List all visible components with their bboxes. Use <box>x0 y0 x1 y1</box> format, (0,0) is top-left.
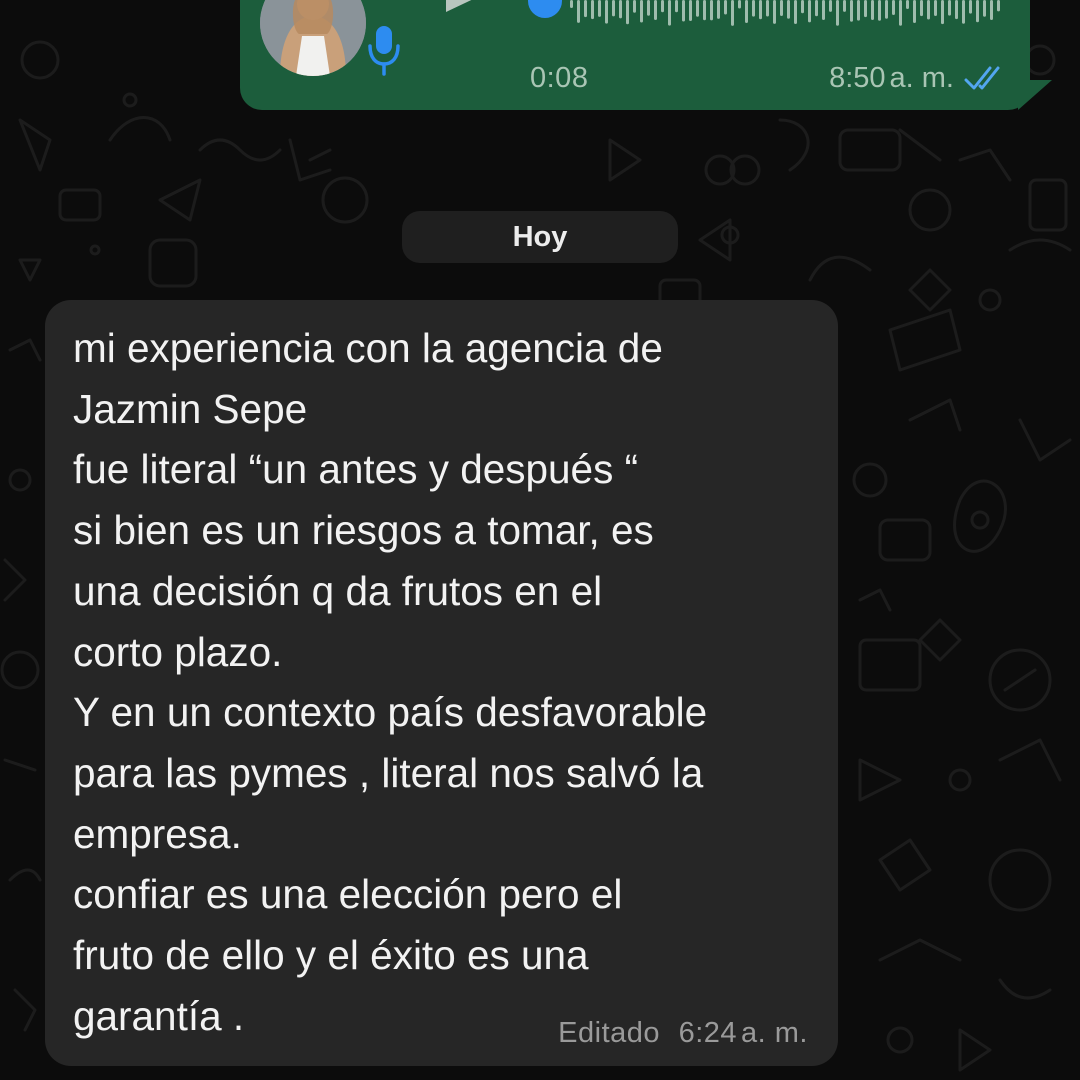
waveform-bar <box>647 0 650 16</box>
microphone-icon <box>368 26 400 76</box>
waveform-bar <box>703 0 706 21</box>
waveform-bar <box>864 0 867 18</box>
waveform-bar <box>955 0 958 20</box>
waveform-bar <box>878 0 881 21</box>
waveform-bar <box>941 0 944 25</box>
waveform-bar <box>906 0 909 9</box>
waveform-bar <box>633 0 636 13</box>
chat-window: 0:08 8:50 a. m. Hoy mi experiencia con la… <box>0 0 1080 1080</box>
waveform-bar <box>759 0 762 20</box>
waveform-bar <box>675 0 678 13</box>
waveform-bar <box>899 0 902 26</box>
waveform-bar <box>605 0 608 24</box>
waveform-bar <box>808 0 811 23</box>
waveform-bar <box>773 0 776 24</box>
waveform-bar <box>717 0 720 19</box>
waveform-bar <box>836 0 839 26</box>
waveform-bar <box>927 0 930 20</box>
message-line: mi experiencia con la agencia de <box>73 325 663 371</box>
waveform-bar <box>682 0 685 22</box>
waveform-bar <box>745 0 748 23</box>
voice-duration: 0:08 <box>530 62 589 94</box>
waveform-bar <box>752 0 755 17</box>
waveform-bar <box>962 0 965 24</box>
waveform-bar <box>668 0 671 26</box>
waveform-bar <box>983 0 986 17</box>
message-time: 6:24 a. m. <box>678 1017 808 1049</box>
message-text: mi experiencia con la agencia de Jazmin S… <box>73 318 818 1046</box>
voice-message-meta: 8:50 a. m. <box>829 62 1008 95</box>
waveform-bar <box>724 0 727 15</box>
waveform-bar <box>885 0 888 19</box>
waveform-bar <box>801 0 804 14</box>
waveform[interactable] <box>566 0 1006 32</box>
date-divider: Hoy <box>402 211 678 263</box>
waveform-bar <box>570 0 573 8</box>
waveform-bar <box>738 0 741 9</box>
waveform-bar <box>871 0 874 20</box>
play-icon[interactable] <box>440 0 490 24</box>
waveform-bar <box>766 0 769 17</box>
message-time: 8:50 a. m. <box>829 62 954 94</box>
waveform-bar <box>815 0 818 17</box>
waveform-bar <box>577 0 580 23</box>
message-line: confiar es una elección pero el <box>73 871 623 918</box>
waveform-bar <box>619 0 622 19</box>
waveform-bar <box>822 0 825 20</box>
incoming-message-bubble[interactable]: mi experiencia con la agencia de Jazmin S… <box>45 300 838 1066</box>
double-check-icon <box>964 66 1000 89</box>
waveform-bar <box>787 0 790 19</box>
waveform-bar <box>612 0 615 17</box>
waveform-bar <box>731 0 734 26</box>
message-line: fruto de ello y el éxito es una <box>73 932 589 979</box>
waveform-bar <box>696 0 699 17</box>
waveform-bar <box>710 0 713 21</box>
waveform-bar <box>920 0 923 17</box>
waveform-bar <box>654 0 657 20</box>
message-line: si bien es un riesgos a tomar, es <box>73 507 654 554</box>
waveform-bar <box>976 0 979 23</box>
bubble-tail <box>1018 80 1052 110</box>
waveform-bar <box>780 0 783 17</box>
message-line: Y en un contexto país desfavorable <box>73 689 708 736</box>
message-line: corto plazo. <box>73 628 283 675</box>
waveform-bar <box>598 0 601 17</box>
waveform-bar <box>892 0 895 15</box>
message-line: para las pymes , literal nos salvó la <box>73 749 704 796</box>
message-line: fue literal “un antes y después “ <box>73 446 639 493</box>
waveform-bar <box>591 0 594 20</box>
edited-label: Editado <box>558 1017 661 1049</box>
message-line: empresa. <box>73 810 242 857</box>
waveform-bar <box>626 0 629 25</box>
waveform-bar <box>997 0 1000 12</box>
message-line: Jazmin Sepe <box>73 385 308 432</box>
waveform-bar <box>969 0 972 14</box>
waveform-bar <box>913 0 916 23</box>
waveform-bar <box>948 0 951 16</box>
waveform-bar <box>829 0 832 12</box>
incoming-message-meta: Editado 6:24 a. m. <box>558 1017 808 1050</box>
waveform-bar <box>640 0 643 23</box>
waveform-bar <box>794 0 797 25</box>
waveform-bar <box>990 0 993 20</box>
waveform-bar <box>661 0 664 13</box>
message-line: una decisión q da frutos en el <box>73 567 603 614</box>
waveform-bar <box>934 0 937 17</box>
waveform-bar <box>857 0 860 21</box>
waveform-bar <box>850 0 853 22</box>
waveform-bar <box>689 0 692 22</box>
waveform-bar <box>843 0 846 12</box>
waveform-bar <box>584 0 587 18</box>
